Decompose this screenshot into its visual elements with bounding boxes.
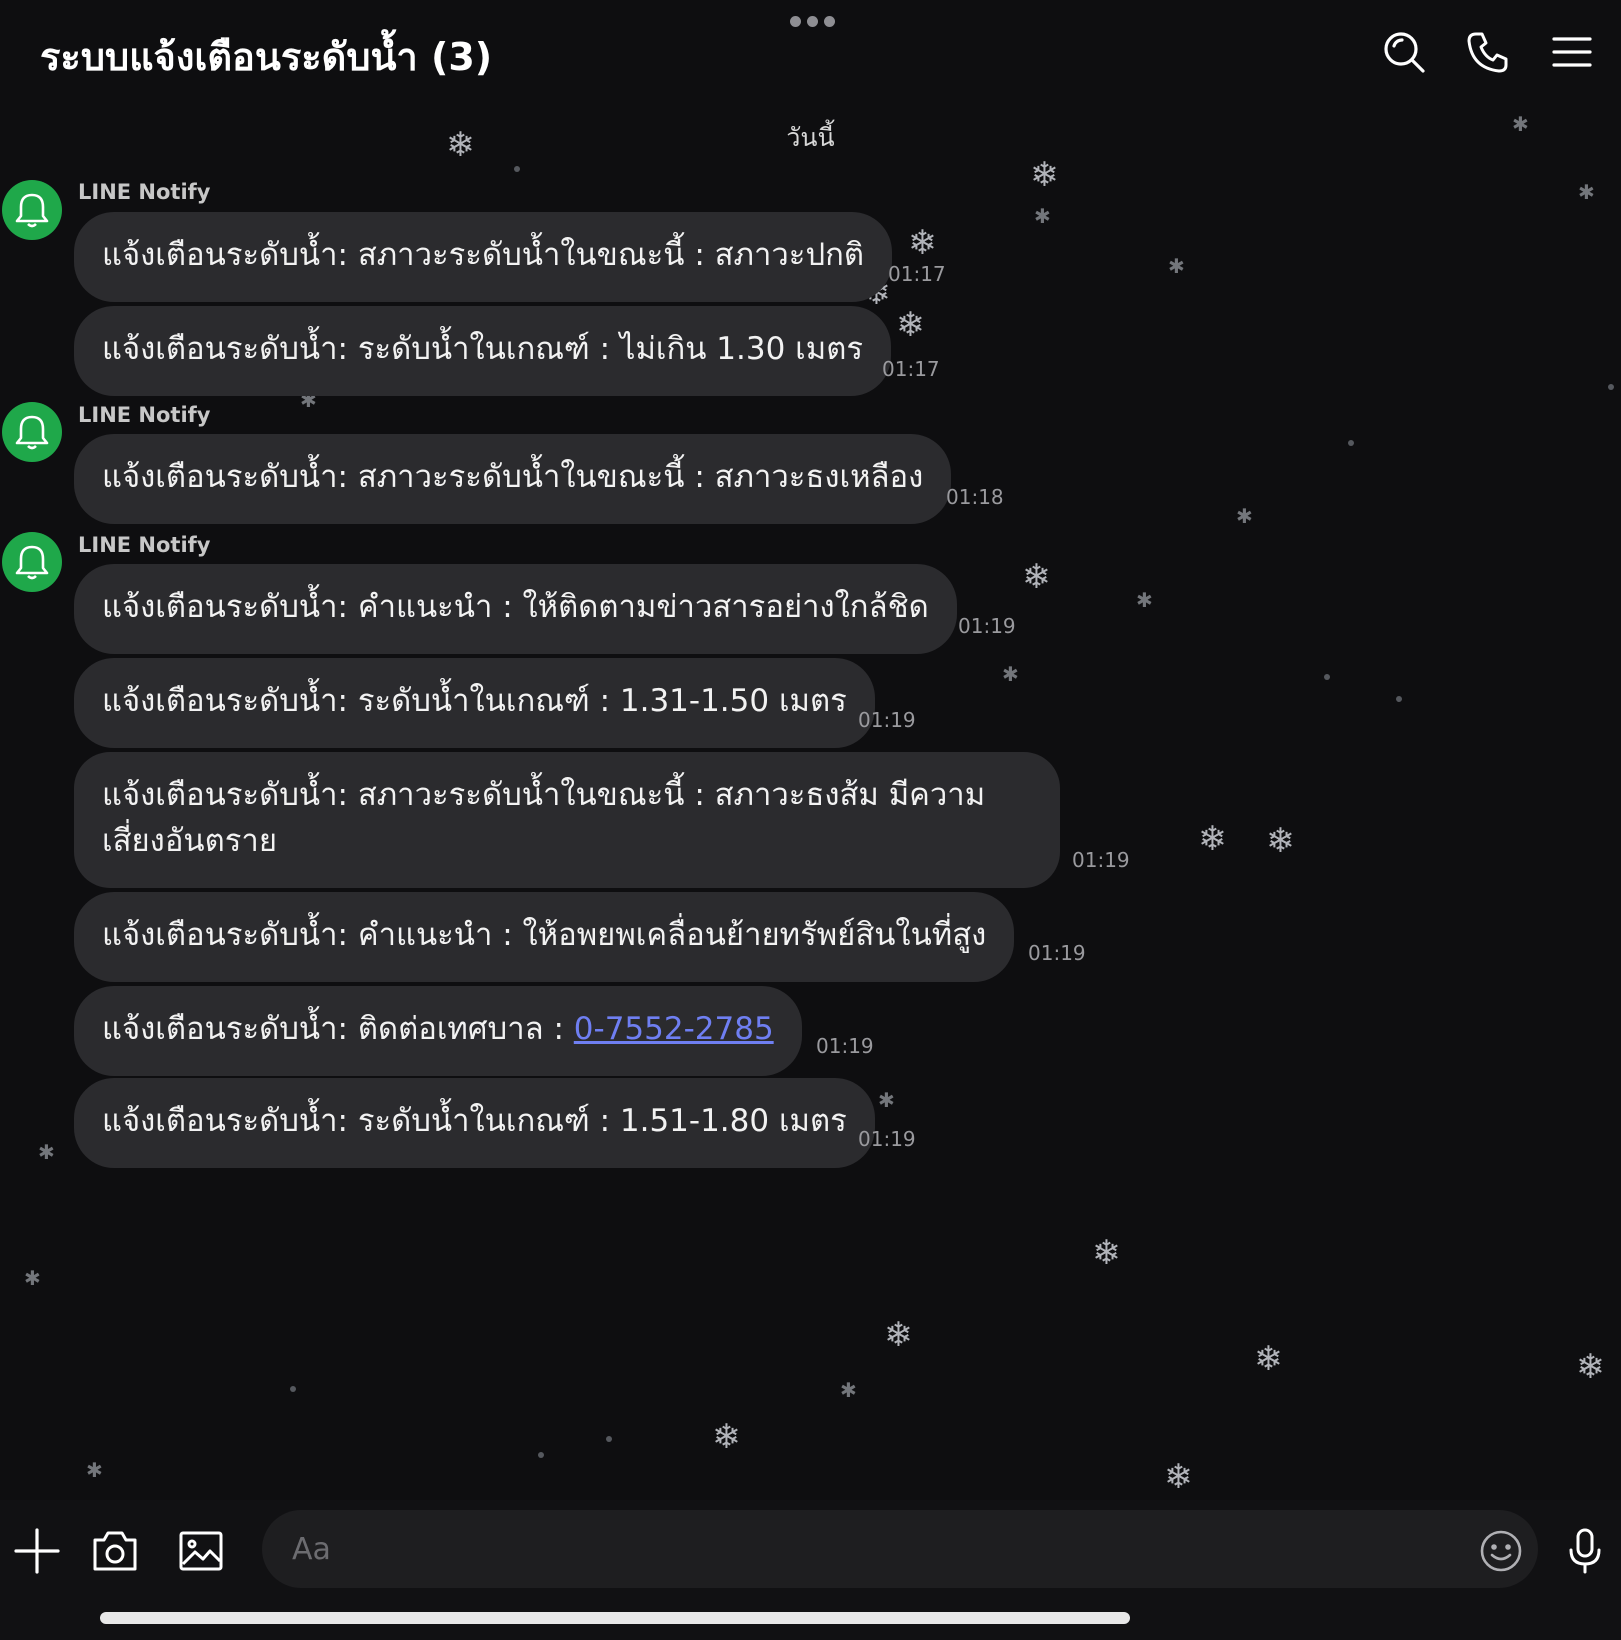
sender-name: LINE Notify bbox=[78, 533, 211, 557]
message-bubble[interactable]: แจ้งเตือนระดับน้ำ: ระดับน้ำในเกณฑ์ : 1.5… bbox=[74, 1078, 875, 1168]
bell-icon bbox=[15, 415, 49, 450]
date-separator: วันนี้ bbox=[786, 123, 835, 152]
chat-title: ระบบแจ้งเตือนระดับน้ำ (3) bbox=[40, 35, 493, 79]
phone-icon[interactable] bbox=[1466, 30, 1510, 74]
message-time: 01:19 bbox=[1028, 941, 1086, 965]
search-icon[interactable] bbox=[1382, 30, 1426, 74]
home-indicator bbox=[100, 1612, 1130, 1624]
message-bubble[interactable]: แจ้งเตือนระดับน้ำ: ระดับน้ำในเกณฑ์ : 1.3… bbox=[74, 658, 875, 748]
bell-icon bbox=[15, 193, 49, 228]
message-time: 01:17 bbox=[882, 357, 940, 381]
line-notify-avatar[interactable] bbox=[2, 532, 62, 592]
message-time: 01:19 bbox=[858, 708, 916, 732]
message-bubble[interactable]: แจ้งเตือนระดับน้ำ: ติดต่อเทศบาล : 0-7552… bbox=[74, 986, 802, 1076]
message-bubble[interactable]: แจ้งเตือนระดับน้ำ: คำแนะนำ : ให้ติดตามข่… bbox=[74, 564, 957, 654]
message-time: 01:19 bbox=[858, 1127, 916, 1151]
message-time: 01:18 bbox=[946, 485, 1004, 509]
image-icon[interactable] bbox=[176, 1526, 226, 1576]
more-dots-icon[interactable] bbox=[790, 16, 835, 27]
camera-icon[interactable] bbox=[90, 1526, 140, 1576]
message-bubble[interactable]: แจ้งเตือนระดับน้ำ: สภาวะระดับน้ำในขณะนี้… bbox=[74, 434, 952, 524]
sender-name: LINE Notify bbox=[78, 403, 211, 427]
line-notify-avatar[interactable] bbox=[2, 180, 62, 240]
phone-number-link[interactable]: 0-7552-2785 bbox=[574, 1011, 774, 1047]
message-time: 01:19 bbox=[958, 614, 1016, 638]
plus-icon[interactable] bbox=[12, 1526, 62, 1576]
message-bubble[interactable]: แจ้งเตือนระดับน้ำ: ระดับน้ำในเกณฑ์ : ไม่… bbox=[74, 306, 891, 396]
message-bubble[interactable]: แจ้งเตือนระดับน้ำ: สภาวะระดับน้ำในขณะนี้… bbox=[74, 752, 1060, 888]
bell-icon bbox=[15, 545, 49, 580]
message-text: แจ้งเตือนระดับน้ำ: ติดต่อเทศบาล : bbox=[102, 1011, 574, 1047]
line-notify-avatar[interactable] bbox=[2, 402, 62, 462]
sender-name: LINE Notify bbox=[78, 180, 211, 204]
message-bubble[interactable]: แจ้งเตือนระดับน้ำ: สภาวะระดับน้ำในขณะนี้… bbox=[74, 212, 893, 302]
message-time: 01:19 bbox=[816, 1034, 874, 1058]
message-time: 01:17 bbox=[888, 262, 946, 286]
message-bubble[interactable]: แจ้งเตือนระดับน้ำ: คำแนะนำ : ให้อพยพเคลื… bbox=[74, 892, 1015, 982]
microphone-icon[interactable] bbox=[1560, 1526, 1610, 1576]
emoji-icon[interactable] bbox=[1479, 1529, 1523, 1573]
menu-icon[interactable] bbox=[1550, 30, 1594, 74]
message-time: 01:19 bbox=[1072, 848, 1130, 872]
message-input[interactable] bbox=[262, 1510, 1538, 1588]
